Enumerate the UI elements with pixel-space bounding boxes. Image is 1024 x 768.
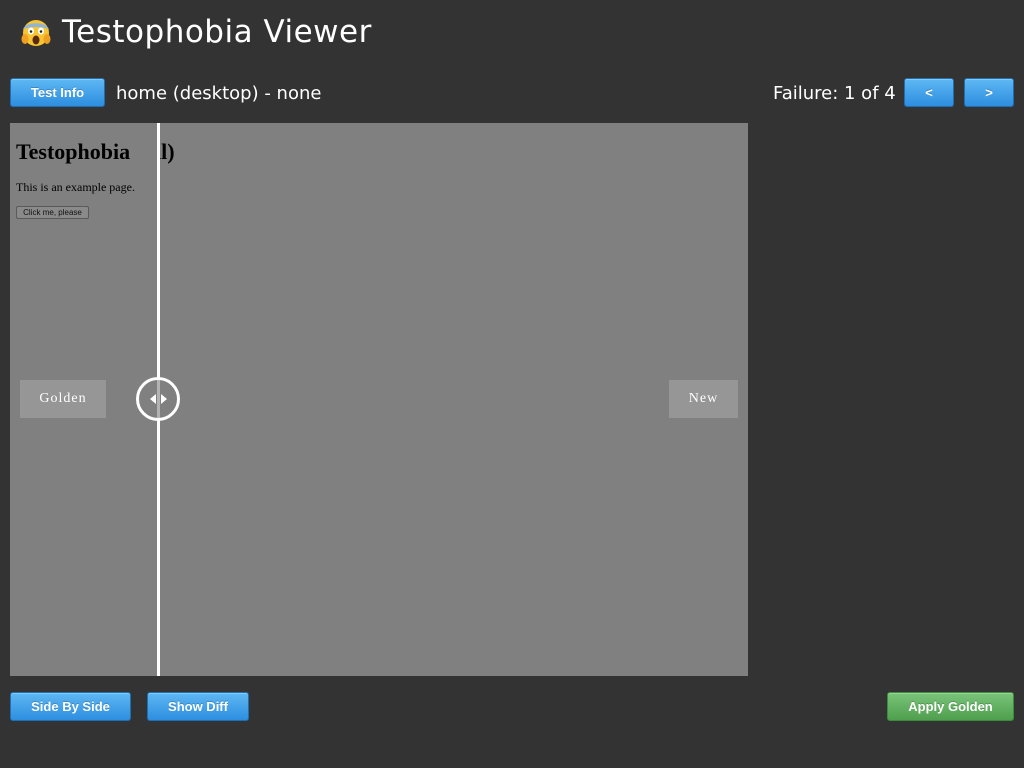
previous-failure-button[interactable]: <: [904, 78, 954, 107]
new-label: New: [669, 380, 738, 418]
side-by-side-button[interactable]: Side By Side: [10, 692, 131, 721]
test-info-button[interactable]: Test Info: [10, 78, 105, 107]
face-screaming-in-fear-icon: [20, 16, 52, 48]
apply-golden-button[interactable]: Apply Golden: [887, 692, 1014, 721]
golden-page-heading: Testophobia: [16, 139, 131, 164]
compare-slider-handle[interactable]: [136, 377, 180, 421]
show-diff-button[interactable]: Show Diff: [147, 692, 249, 721]
golden-label: Golden: [20, 380, 106, 418]
next-failure-button[interactable]: >: [964, 78, 1014, 107]
new-page-heading: ail): [158, 139, 175, 164]
golden-page-paragraph: This is an example page.: [16, 180, 135, 194]
failure-counter: Failure: 1 of 4: [773, 82, 896, 104]
image-compare-viewer[interactable]: ail) Testophobia This is an example page…: [10, 123, 748, 676]
arrow-left-icon: [149, 394, 156, 404]
app-header: Testophobia Viewer: [20, 12, 372, 52]
test-name-label: home (desktop) - none: [116, 82, 322, 104]
new-image-pane: ail): [158, 123, 748, 676]
golden-page-button: Click me, please: [16, 206, 89, 219]
app-title: Testophobia Viewer: [62, 14, 372, 50]
arrow-right-icon: [160, 394, 167, 404]
